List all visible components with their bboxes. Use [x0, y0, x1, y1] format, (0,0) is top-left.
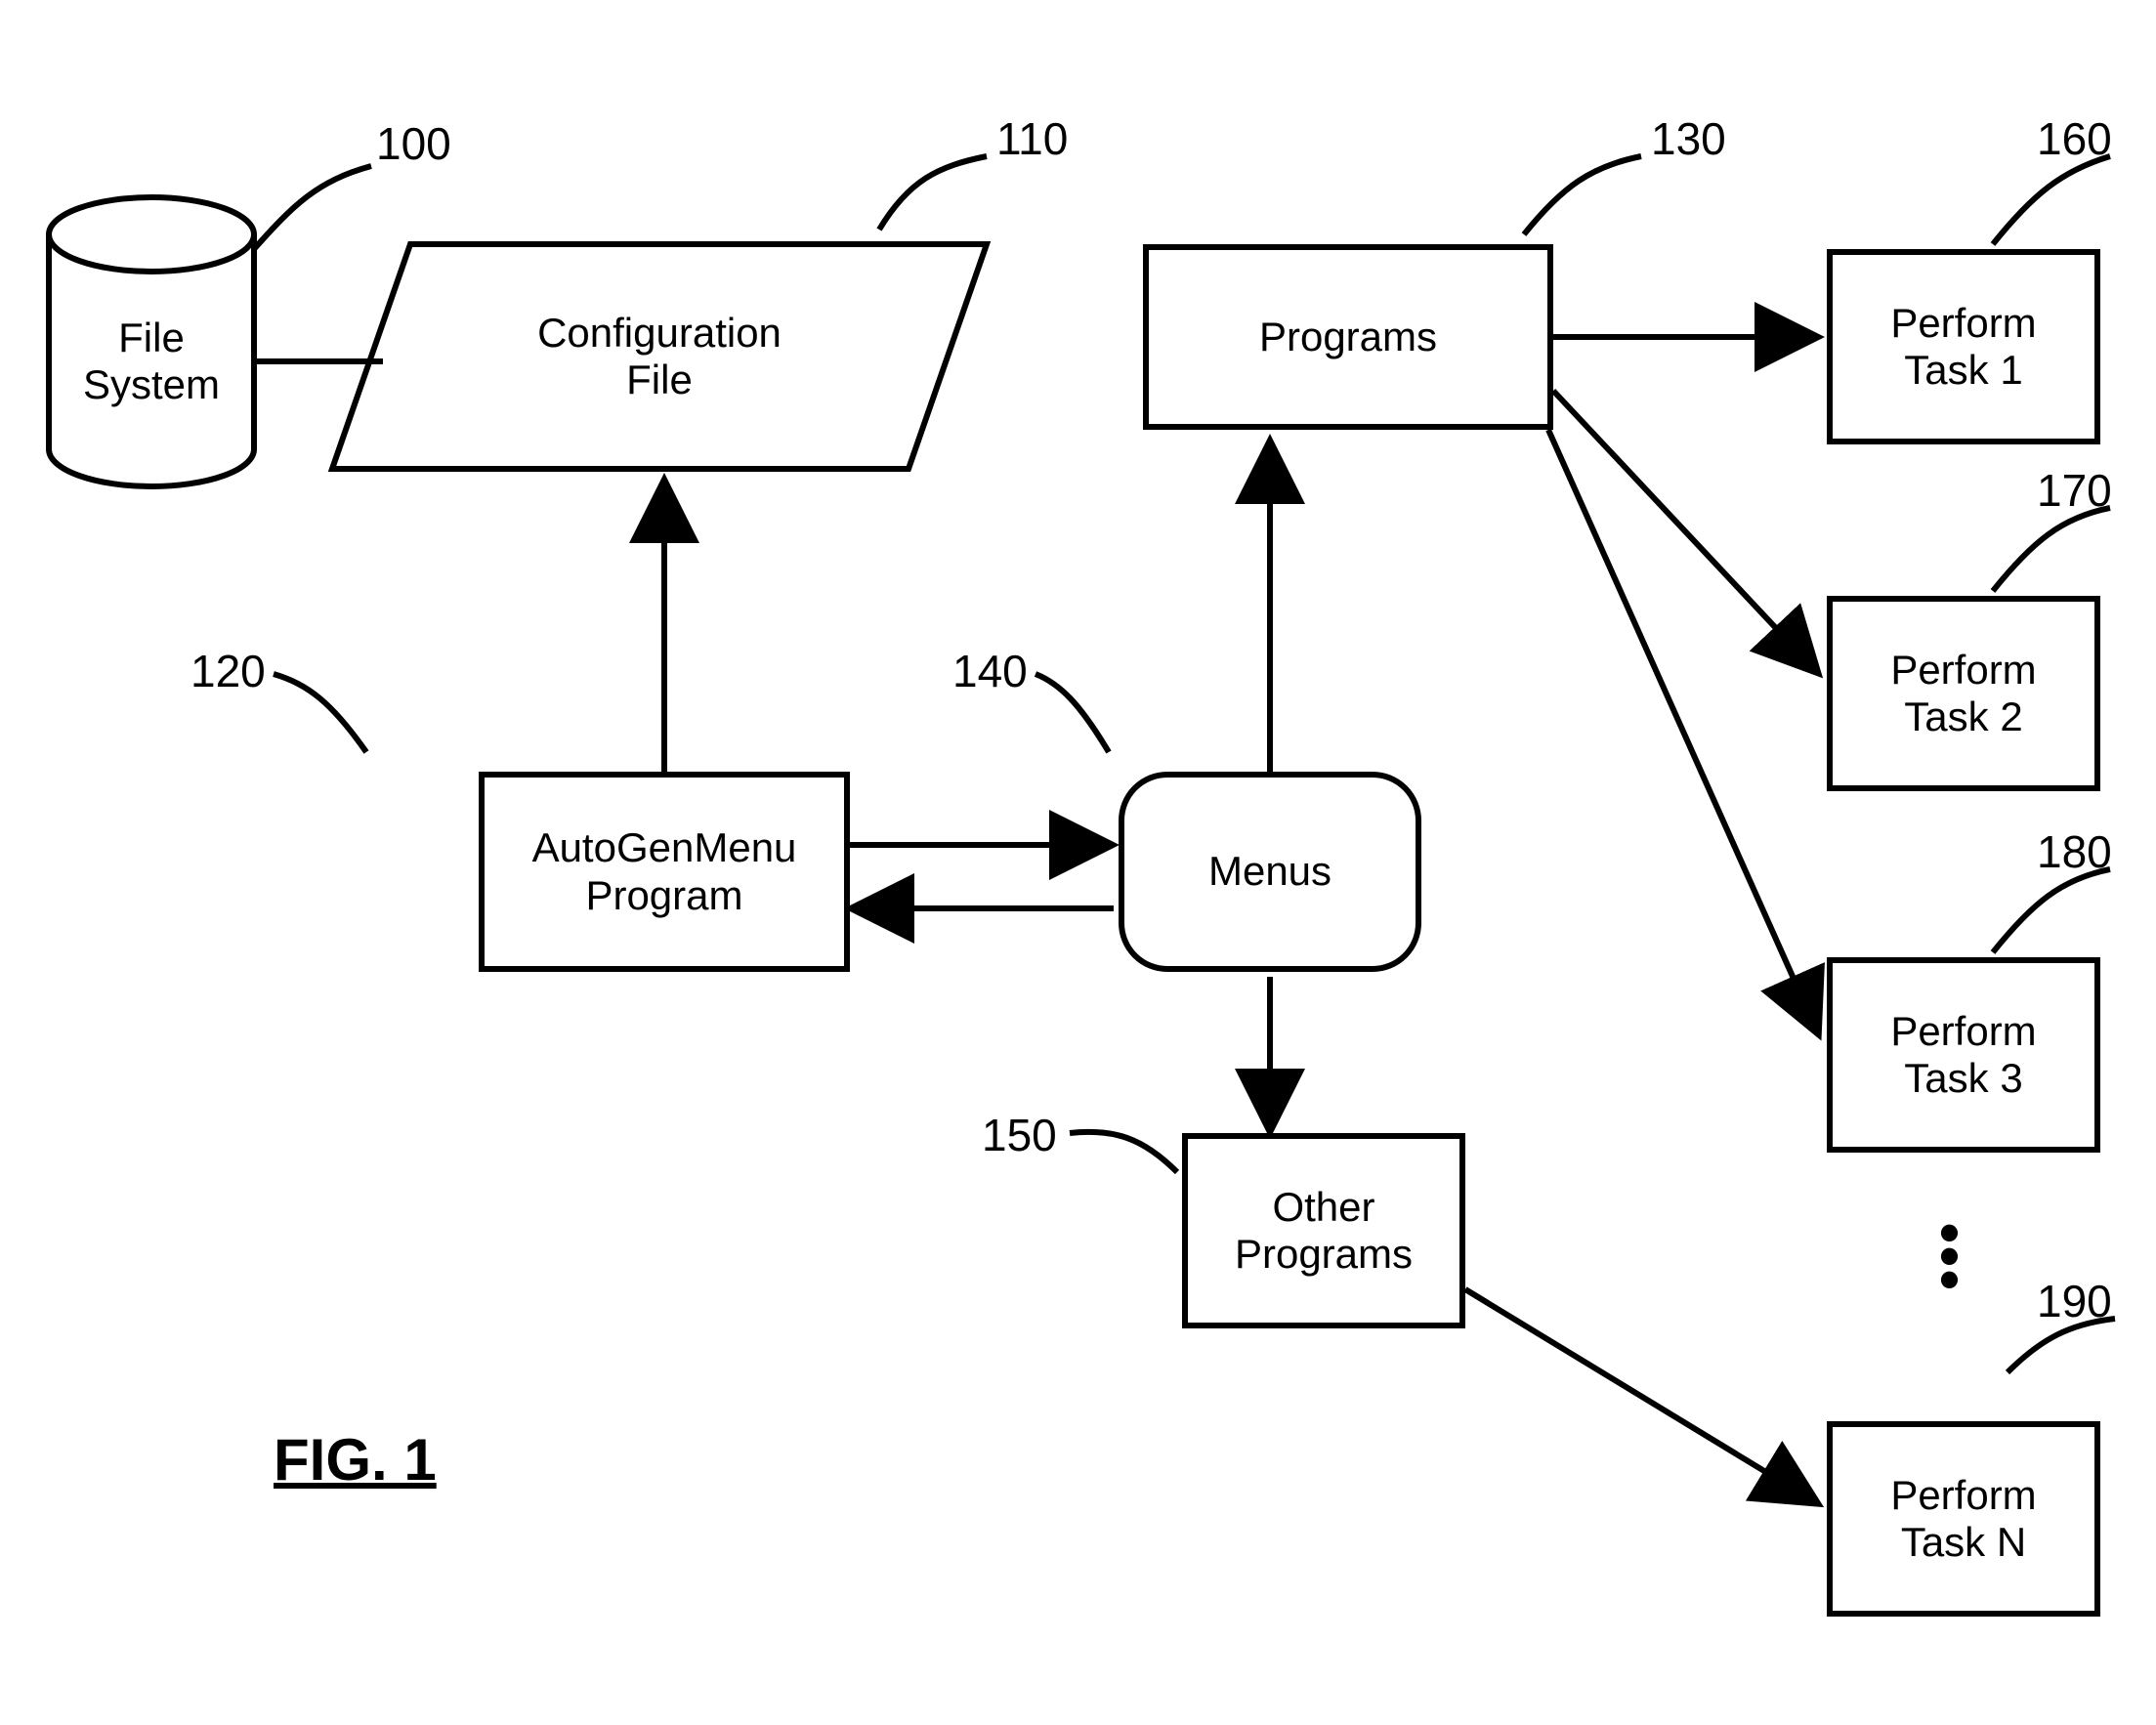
autogen-node: AutoGenMenuProgram — [479, 772, 850, 972]
taskn-node: PerformTask N — [1827, 1421, 2100, 1617]
ref-170: 170 — [2037, 464, 2112, 517]
vertical-ellipsis: ••• — [1939, 1221, 1960, 1291]
other-programs-node: OtherPrograms — [1182, 1133, 1465, 1328]
ref-150: 150 — [982, 1109, 1057, 1161]
ref-120: 120 — [190, 645, 266, 697]
file-system-node: FileSystem — [54, 283, 249, 440]
ref-100: 100 — [376, 117, 451, 170]
task1-node: PerformTask 1 — [1827, 249, 2100, 444]
config-file-node: ConfigurationFile — [420, 269, 899, 444]
diagram-canvas: FileSystem ConfigurationFile AutoGenMenu… — [0, 0, 2156, 1725]
ref-160: 160 — [2037, 112, 2112, 165]
ref-180: 180 — [2037, 825, 2112, 878]
task3-node: PerformTask 3 — [1827, 957, 2100, 1153]
ref-190: 190 — [2037, 1275, 2112, 1327]
ref-130: 130 — [1651, 112, 1726, 165]
ref-110: 110 — [996, 112, 1068, 165]
ref-140: 140 — [952, 645, 1028, 697]
programs-node: Programs — [1143, 244, 1553, 430]
figure-label: FIG. 1 — [274, 1426, 437, 1494]
menus-node: Menus — [1119, 772, 1421, 972]
task2-node: PerformTask 2 — [1827, 596, 2100, 791]
